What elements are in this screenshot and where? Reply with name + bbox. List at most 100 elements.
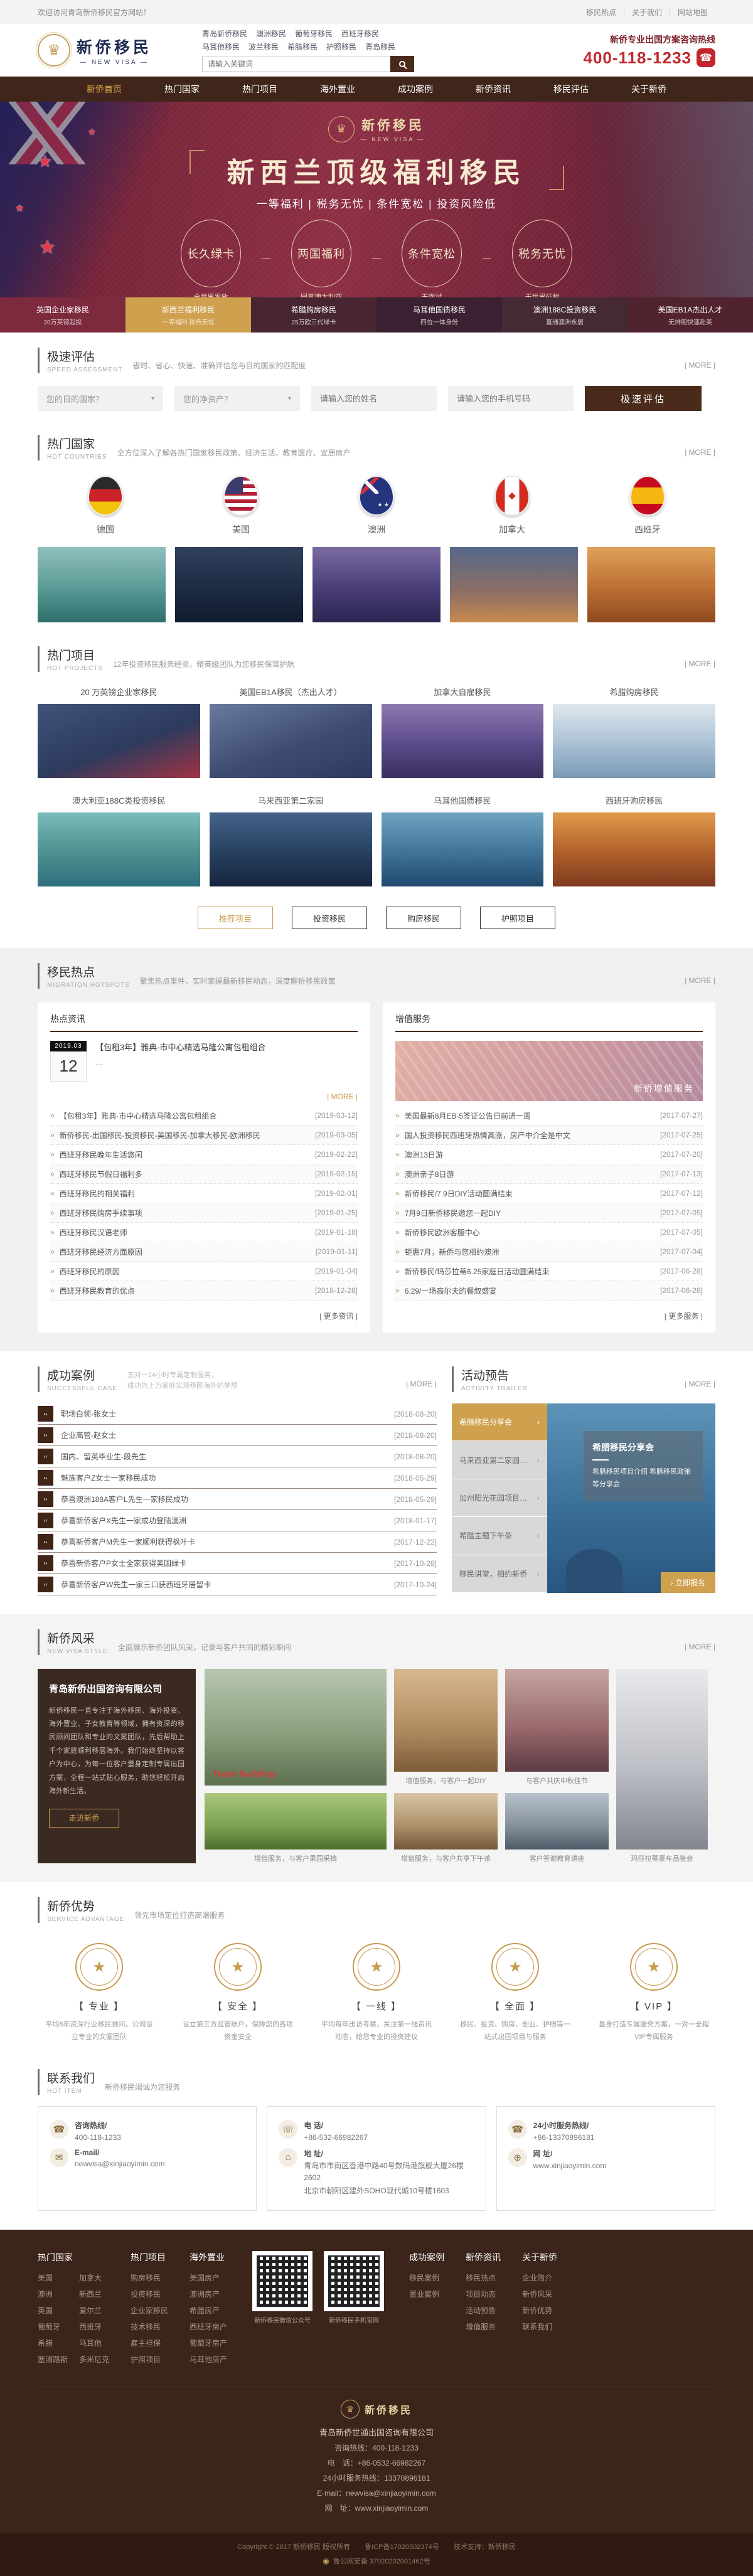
case-row[interactable]: “ 职场白领-张女士 [2018-08-20] [38,1403,437,1425]
footer-link[interactable]: 澳洲 [38,2289,68,2299]
footer-link[interactable]: 护照项目 [131,2354,168,2365]
nav-item[interactable]: 成功案例 [392,83,439,95]
footer-link[interactable]: 美国 [38,2272,68,2283]
advantage-card[interactable]: ★ 【 一线 】 平均每年出访考察，关注第一线资讯动态，给您专业的投资建议 [315,1943,438,2044]
project-card[interactable]: 加拿大自雇移民 [382,686,544,778]
nav-item[interactable]: 海外置业 [314,83,361,95]
news-row[interactable]: » 【包租3年】雅典·市中心精选马隆公寓包租组合 [2019-03-12] [50,1106,358,1126]
quicklink[interactable]: 西班牙移民 [341,28,379,39]
footer-link[interactable]: 投资移民 [131,2289,168,2299]
footer-link[interactable]: 美国房产 [190,2272,227,2283]
more-link[interactable]: | MORE | [685,448,715,457]
project-card[interactable]: 澳大利亚188C类投资移民 [38,794,200,886]
more-link[interactable]: | MORE | [685,976,715,985]
carousel-tab[interactable]: 英国企业家移民 20万英镑起投 [0,297,125,333]
news-row[interactable]: » 西班牙移民晚年生活悠闲 [2019-02-22] [50,1145,358,1164]
footer-link[interactable]: 希腊房产 [190,2305,227,2316]
news-row[interactable]: » 新侨移民-出国移民-投资移民-美国移民-加拿大移民-欧洲移民 [2019-0… [50,1126,358,1145]
footer-link[interactable]: 企业简介 [522,2272,557,2283]
usa-photo[interactable] [175,547,303,622]
quicklink[interactable]: 护照移民 [326,41,356,52]
news-row[interactable]: » 西班牙移民的原因 [2019-01-04] [50,1262,358,1281]
service-row[interactable]: » 新侨移民/玛莎拉蒂6.25家庭日活动圆满结束 [2017-06-28] [395,1262,703,1281]
filter-button[interactable]: 购房移民 [386,907,461,929]
advantage-card[interactable]: ★ 【 VIP 】 量身打造专属服务方案，一对一全程VIP专属服务 [592,1943,715,2044]
asset-select[interactable]: 您的净资产？ ▾ [174,386,300,411]
case-row[interactable]: “ 企业高管-赵女士 [2018-08-20] [38,1425,437,1446]
activity-tab[interactable]: 移民讲堂，相约新侨 › [452,1555,547,1593]
style-photo[interactable]: 客户答谢教育讲座 [505,1793,609,1863]
country-tab-canada[interactable]: 加拿大 [444,476,580,536]
news-row[interactable]: » 西班牙移民节假日福利多 [2019-02-15] [50,1164,358,1184]
footer-link[interactable]: 西班牙房产 [190,2321,227,2332]
footer-link[interactable]: 移民热点 [466,2272,501,2283]
tab-news[interactable]: 热点资讯 [50,1013,358,1032]
footer-link[interactable]: 新侨风采 [522,2289,557,2299]
footer-link[interactable]: 技术移民 [131,2321,168,2332]
signup-button[interactable]: › 立即报名 [661,1572,715,1593]
more-news-link[interactable]: | 更多资讯 | [50,1311,358,1321]
footer-link[interactable]: 雇主担保 [131,2338,168,2348]
news-row[interactable]: » 西班牙移民经济方面原因 [2019-01-11] [50,1242,358,1262]
footer-link[interactable]: 多米尼克 [79,2354,109,2365]
activity-tab[interactable]: 希腊主题下午茶 › [452,1517,547,1555]
footer-link[interactable]: 新侨优势 [522,2305,557,2316]
nav-item[interactable]: 关于新侨 [625,83,673,95]
case-row[interactable]: “ 恭喜新侨客户W先生一家三口获西班牙居留卡 [2017-10-24] [38,1574,437,1595]
quicklink[interactable]: 希腊移民 [287,41,318,52]
footer-link[interactable]: 企业家移民 [131,2305,168,2316]
activity-tab[interactable]: 加州阳光花园项目… › [452,1479,547,1517]
carousel-tab[interactable]: 马耳他国债移民 四位一体身份 [376,297,502,333]
footer-link[interactable]: 置业案例 [409,2289,444,2299]
quicklink[interactable]: 马耳他移民 [202,41,240,52]
featured-news[interactable]: 2019.03 12 【包租3年】雅典·市中心精选马隆公寓包租组合 … | MO… [50,1041,358,1101]
carousel-tab[interactable]: 澳洲188C投资移民 直通澳洲永居 [502,297,628,333]
news-row[interactable]: » 西班牙移民教育的优点 [2018-12-28] [50,1281,358,1301]
project-card[interactable]: 20 万英镑企业家移民 [38,686,200,778]
footer-link[interactable]: 澳洲房产 [190,2289,227,2299]
assess-submit-button[interactable]: 极速评估 [585,386,702,411]
service-row[interactable]: » 7月9日新侨移民邀您一起DIY [2017-07-05] [395,1203,703,1223]
service-row[interactable]: » 澳洲亲子8日游 [2017-07-13] [395,1164,703,1184]
footer-link[interactable]: 联系我们 [522,2321,557,2332]
footer-link[interactable]: 爱尔兰 [79,2305,109,2316]
country-tab-australia[interactable]: 澳洲 [309,476,444,536]
carousel-tab[interactable]: 美国EB1A杰出人才 无排期快速赴美 [628,297,753,333]
phone-input[interactable] [457,394,565,403]
advantage-card[interactable]: ★ 【 专业 】 平均8年资深行业移民顾问，公司设立专业的文案团队 [38,1943,161,2044]
project-card[interactable]: 希腊购房移民 [553,686,715,778]
country-tab-germany[interactable]: 德国 [38,476,173,536]
service-row[interactable]: » 新侨移民欧洲客服中心 [2017-07-05] [395,1223,703,1242]
style-photo[interactable]: 增值服务，与客户果园采摘 [205,1793,387,1863]
germany-photo[interactable] [38,547,166,622]
filter-button[interactable]: 护照项目 [480,907,555,929]
activity-slide[interactable]: 希腊移民分享会 希腊移民项目介绍 希腊移民政策等分享会 › 立即报名 [547,1403,715,1593]
icp-number[interactable]: 鲁ICP备17020302374号 [365,2543,439,2551]
service-row[interactable]: » 国人投资移民西班牙热情高涨，房产中介全是中文 [2017-07-25] [395,1126,703,1145]
nav-item[interactable]: 新侨资讯 [469,83,517,95]
footer-link[interactable]: 活动预告 [466,2305,501,2316]
destination-select[interactable]: 您的目的国家？ ▾ [38,386,163,411]
footer-link[interactable]: 西班牙 [79,2321,109,2332]
footer-link[interactable]: 新西兰 [79,2289,109,2299]
footer-link[interactable]: 葡萄牙 [38,2321,68,2332]
news-row[interactable]: » 西班牙移民购房手续事项 [2019-01-25] [50,1203,358,1223]
about-company-button[interactable]: 走进新侨 [49,1809,119,1828]
featured-more-link[interactable]: | MORE | [95,1092,358,1101]
footer-link[interactable]: 项目动态 [466,2289,501,2299]
more-link[interactable]: | MORE | [685,1642,715,1651]
service-row[interactable]: » 新侨移民/7.9日DIY活动圆满结束 [2017-07-12] [395,1184,703,1203]
service-row[interactable]: » 美国最新8月EB-5签证公告日前进一周 [2017-07-27] [395,1106,703,1126]
footer-link[interactable]: 马耳他 [79,2338,109,2348]
tab-services[interactable]: 增值服务 [395,1013,703,1032]
project-card[interactable]: 马耳他国债移民 [382,794,544,886]
footer-link[interactable]: 加拿大 [79,2272,109,2283]
more-link[interactable]: | MORE | [406,1380,437,1388]
topbar-link[interactable]: 关于我们 [624,7,670,18]
footer-link[interactable]: 购房移民 [131,2272,168,2283]
nav-item[interactable]: 热门国家 [158,83,206,95]
style-photo[interactable]: 增值服务，与客户一起DIY [394,1669,498,1786]
search-input[interactable] [202,56,390,72]
news-row[interactable]: » 西班牙移民的相关福利 [2019-02-01] [50,1184,358,1203]
filter-button[interactable]: 推荐项目 [198,907,273,929]
